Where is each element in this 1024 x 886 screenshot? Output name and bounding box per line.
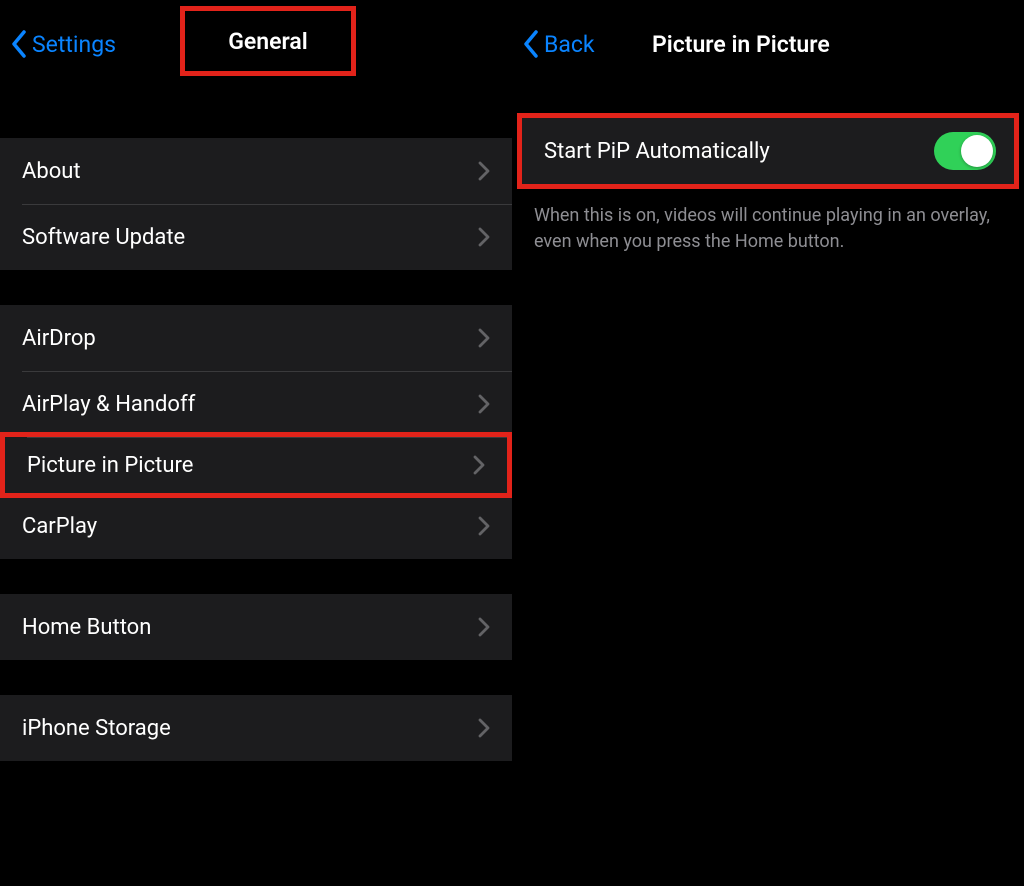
row-about[interactable]: About xyxy=(0,138,512,204)
page-title-text: General xyxy=(228,28,308,55)
chevron-right-icon xyxy=(478,617,490,637)
row-label: AirPlay & Handoff xyxy=(22,392,195,417)
row-home-button[interactable]: Home Button xyxy=(0,594,512,660)
back-label: Back xyxy=(544,31,595,58)
row-label: Picture in Picture xyxy=(27,453,193,478)
toggle-knob xyxy=(961,135,993,167)
row-software-update[interactable]: Software Update xyxy=(0,204,512,270)
row-label: Start PiP Automatically xyxy=(544,139,770,164)
nav-bar-pip: Back Picture in Picture xyxy=(512,0,1024,88)
nav-bar-general: Settings General xyxy=(0,0,512,88)
chevron-right-icon xyxy=(478,718,490,738)
back-button[interactable]: Back xyxy=(512,30,595,58)
row-airdrop[interactable]: AirDrop xyxy=(0,305,512,371)
chevron-right-icon xyxy=(478,394,490,414)
group-home-button: Home Button xyxy=(0,594,512,660)
page-title-text: Picture in Picture xyxy=(652,31,830,58)
back-label: Settings xyxy=(32,31,116,58)
page-title-pip: Picture in Picture xyxy=(652,31,1024,58)
back-to-settings-button[interactable]: Settings xyxy=(0,30,116,58)
row-carplay[interactable]: CarPlay xyxy=(0,493,512,559)
chevron-right-icon xyxy=(478,227,490,247)
row-picture-in-picture[interactable]: Picture in Picture xyxy=(0,432,512,498)
chevron-left-icon xyxy=(10,30,28,58)
row-label: iPhone Storage xyxy=(22,716,171,741)
row-start-pip-automatically[interactable]: Start PiP Automatically xyxy=(522,118,1014,184)
group-about: About Software Update xyxy=(0,138,512,270)
chevron-left-icon xyxy=(522,30,540,58)
chevron-right-icon xyxy=(478,516,490,536)
chevron-right-icon xyxy=(478,161,490,181)
pip-footer-description: When this is on, videos will continue pl… xyxy=(512,189,1024,255)
start-pip-toggle[interactable] xyxy=(934,132,996,170)
group-connectivity: AirDrop AirPlay & Handoff Picture in Pic… xyxy=(0,305,512,559)
row-iphone-storage[interactable]: iPhone Storage xyxy=(0,695,512,761)
page-title-general: General xyxy=(180,6,356,76)
row-airplay-handoff[interactable]: AirPlay & Handoff xyxy=(0,371,512,437)
row-label: AirDrop xyxy=(22,326,96,351)
row-label: Software Update xyxy=(22,225,185,250)
highlighted-pip-toggle: Start PiP Automatically xyxy=(517,113,1019,189)
general-settings-panel: Settings General About Software Update A… xyxy=(0,0,512,886)
row-label: About xyxy=(22,159,81,184)
chevron-right-icon xyxy=(478,328,490,348)
row-label: CarPlay xyxy=(22,514,97,539)
pip-settings-panel: Back Picture in Picture Start PiP Automa… xyxy=(512,0,1024,886)
chevron-right-icon xyxy=(473,455,485,475)
group-storage: iPhone Storage xyxy=(0,695,512,761)
row-label: Home Button xyxy=(22,615,151,640)
